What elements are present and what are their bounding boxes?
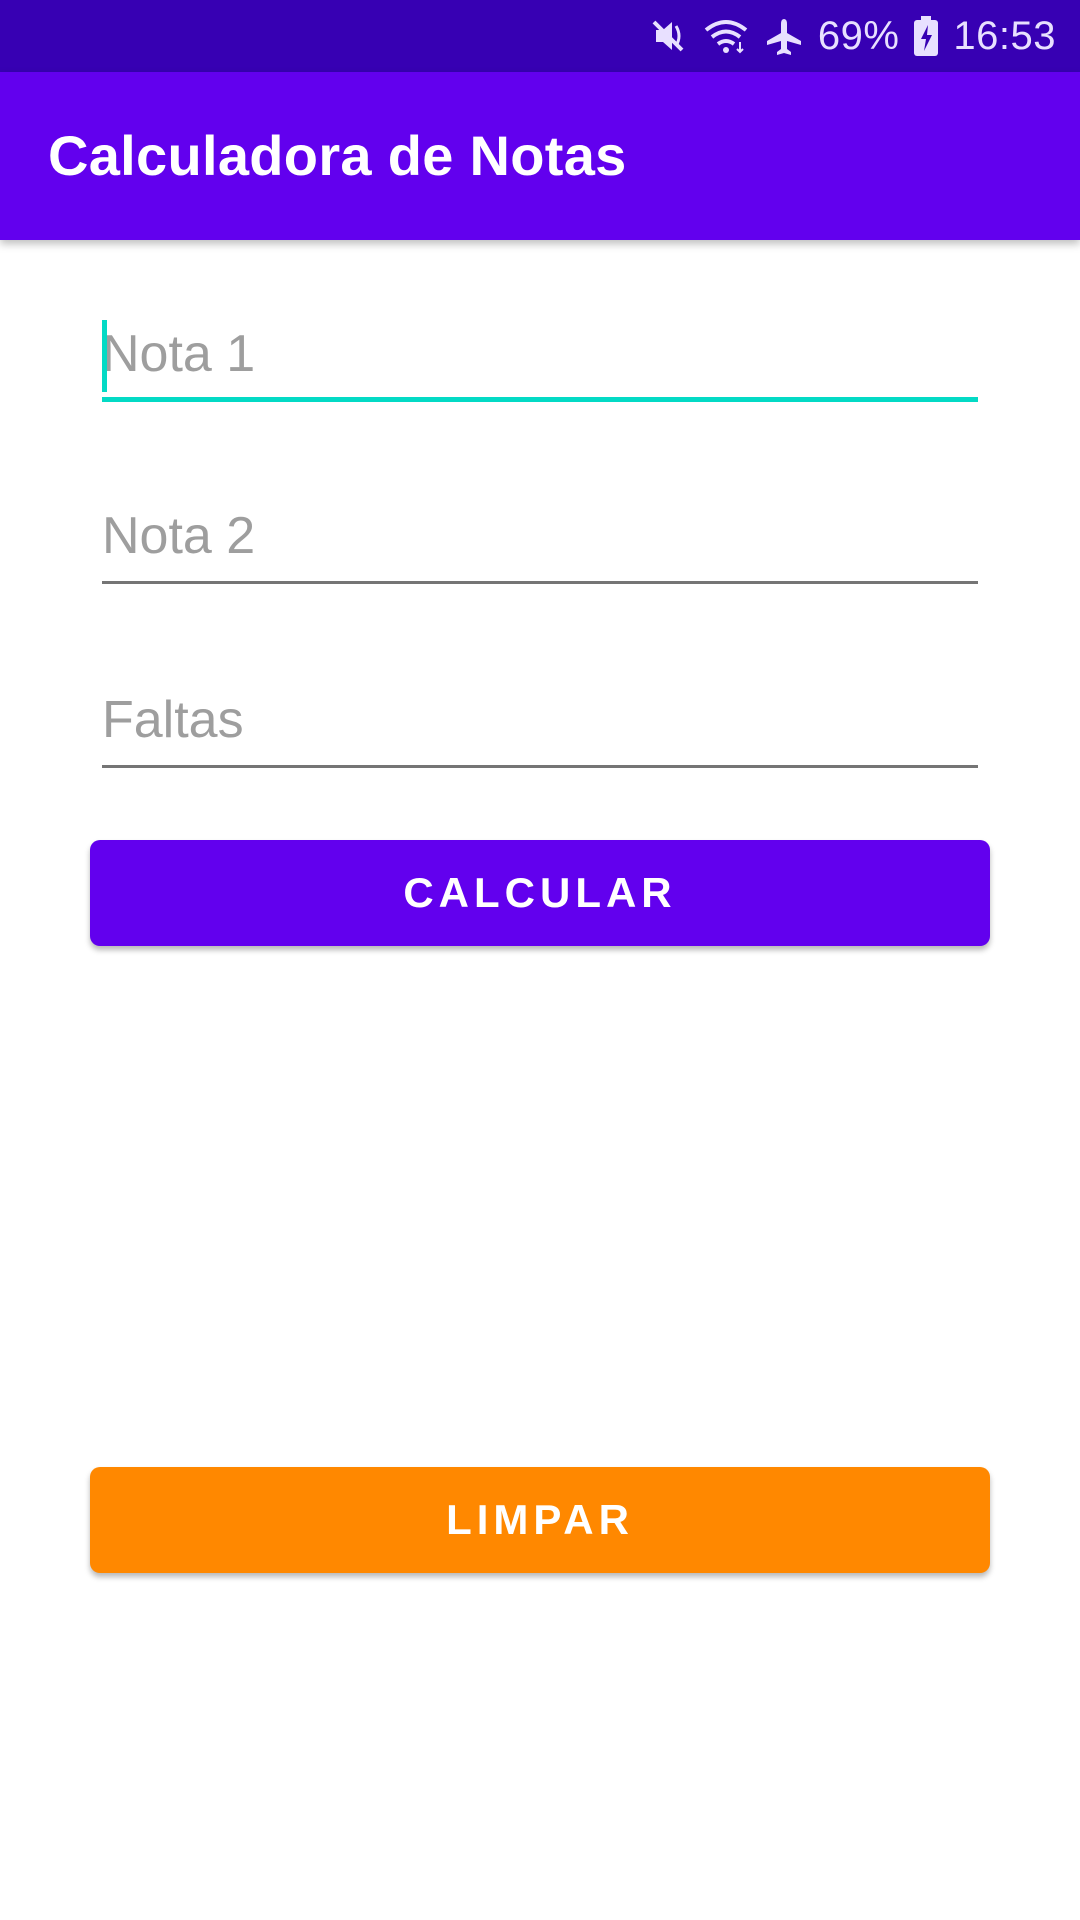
calcular-button[interactable]: CALCULAR [90, 840, 990, 946]
nota2-input[interactable] [102, 494, 978, 578]
faltas-input[interactable] [102, 678, 978, 762]
mute-icon [648, 16, 688, 56]
battery-icon [913, 15, 939, 57]
wifi-icon [702, 16, 750, 56]
nota1-underline [102, 397, 978, 402]
nota1-field[interactable] [102, 312, 978, 402]
status-icons: 69% 16:53 [648, 0, 1056, 72]
nota2-field[interactable] [102, 494, 978, 584]
faltas-underline [102, 765, 978, 768]
battery-percent: 69% [817, 13, 900, 58]
nota2-underline [102, 581, 978, 584]
airplane-icon [764, 16, 804, 56]
faltas-field[interactable] [102, 678, 978, 768]
nota1-input[interactable] [102, 312, 978, 396]
page-title: Calculadora de Notas [48, 124, 627, 187]
clock: 16:53 [953, 13, 1056, 58]
status-bar: 69% 16:53 [0, 0, 1080, 72]
app-bar: Calculadora de Notas [0, 72, 1080, 240]
text-cursor [102, 320, 107, 392]
limpar-button[interactable]: LIMPAR [90, 1467, 990, 1573]
